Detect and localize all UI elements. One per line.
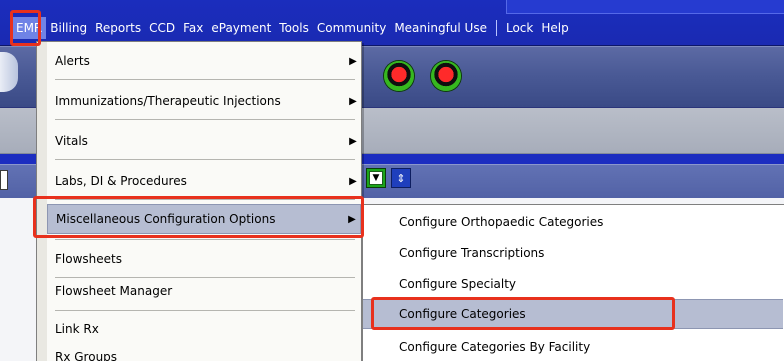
menu-lock[interactable]: Lock	[502, 17, 537, 39]
status-light-icon[interactable]	[384, 61, 414, 91]
chevron-right-icon: ▶	[348, 213, 356, 225]
submenu-item-specialty[interactable]: Configure Specialty	[363, 269, 783, 299]
menu-item-label: Vitals	[55, 134, 88, 148]
emr-dropdown-menu: Alerts ▶ Immunizations/Therapeutic Injec…	[36, 41, 362, 361]
submenu-item-categories-by-facility[interactable]: Configure Categories By Facility	[363, 332, 783, 361]
dropdown-arrow-icon: ▼	[369, 171, 383, 185]
submenu-item-orthopaedic[interactable]: Configure Orthopaedic Categories	[363, 207, 783, 237]
submenu-item-label: Configure Categories By Facility	[399, 340, 591, 354]
menu-item-label: Flowsheet Manager	[55, 284, 173, 298]
chevron-right-icon: ▶	[349, 95, 357, 107]
submenu-item-label: Configure Specialty	[399, 277, 517, 291]
submenu-item-label: Configure Transcriptions	[399, 246, 545, 260]
chevron-right-icon: ▶	[349, 175, 357, 187]
menu-emr[interactable]: EMR	[12, 17, 47, 39]
menu-item-vitals[interactable]: Vitals ▶	[47, 126, 361, 156]
chevron-right-icon: ▶	[349, 135, 357, 147]
menu-divider	[55, 310, 355, 311]
menu-item-rx-groups[interactable]: Rx Groups	[47, 342, 361, 361]
menu-item-flowsheet-manager[interactable]: Flowsheet Manager	[47, 276, 361, 306]
menu-divider	[55, 199, 355, 200]
menu-item-label: Rx Groups	[55, 350, 118, 361]
dropdown-toggle[interactable]: ▼	[366, 168, 386, 188]
menu-item-link-rx[interactable]: Link Rx	[47, 314, 361, 344]
menu-billing[interactable]: Billing	[46, 17, 91, 39]
menu-item-label: Flowsheets	[55, 252, 122, 266]
menu-gutter	[37, 42, 47, 361]
menu-tools[interactable]: Tools	[275, 17, 313, 39]
menu-epayment[interactable]: ePayment	[207, 17, 275, 39]
submenu-item-configure-categories[interactable]: Configure Categories	[363, 299, 783, 329]
menu-item-label: Link Rx	[55, 322, 99, 336]
menu-help[interactable]: Help	[537, 17, 572, 39]
menu-bar: EMR Billing Reports CCD Fax ePayment Too…	[0, 0, 784, 46]
chevron-right-icon: ▶	[349, 55, 357, 67]
menu-separator	[495, 20, 497, 36]
menubar-tab-strip	[506, 0, 784, 14]
menu-item-label: Labs, DI & Procedures	[55, 174, 187, 188]
menu-items: EMR Billing Reports CCD Fax ePayment Too…	[12, 17, 573, 39]
submenu-item-label: Configure Categories	[399, 307, 526, 321]
menu-item-immunizations[interactable]: Immunizations/Therapeutic Injections ▶	[47, 86, 361, 116]
menu-divider	[55, 239, 355, 240]
menu-ccd[interactable]: CCD	[145, 17, 179, 39]
spin-button[interactable]: ⇕	[391, 168, 411, 188]
menu-divider	[55, 79, 355, 80]
menu-community[interactable]: Community	[313, 17, 390, 39]
status-light-icon[interactable]	[431, 61, 461, 91]
misc-config-submenu: Configure Orthopaedic Categories Configu…	[362, 204, 784, 361]
menu-item-label: Alerts	[55, 54, 90, 68]
app-logo	[0, 52, 18, 92]
menu-item-labs[interactable]: Labs, DI & Procedures ▶	[47, 166, 361, 196]
menu-divider	[55, 119, 355, 120]
spin-icon: ⇕	[396, 171, 406, 185]
menu-item-misc-config[interactable]: Miscellaneous Configuration Options ▶	[47, 204, 361, 234]
menu-meaningful-use[interactable]: Meaningful Use	[390, 17, 491, 39]
menu-item-label: Immunizations/Therapeutic Injections	[55, 94, 281, 108]
menu-item-label: Miscellaneous Configuration Options	[56, 212, 276, 226]
menu-divider	[55, 159, 355, 160]
menu-reports[interactable]: Reports	[91, 17, 145, 39]
menu-item-flowsheets[interactable]: Flowsheets	[47, 244, 361, 274]
field-stub[interactable]	[0, 170, 8, 190]
menu-item-alerts[interactable]: Alerts ▶	[47, 46, 361, 76]
submenu-item-label: Configure Orthopaedic Categories	[399, 215, 604, 229]
menu-fax[interactable]: Fax	[179, 17, 207, 39]
submenu-item-transcriptions[interactable]: Configure Transcriptions	[363, 238, 783, 268]
